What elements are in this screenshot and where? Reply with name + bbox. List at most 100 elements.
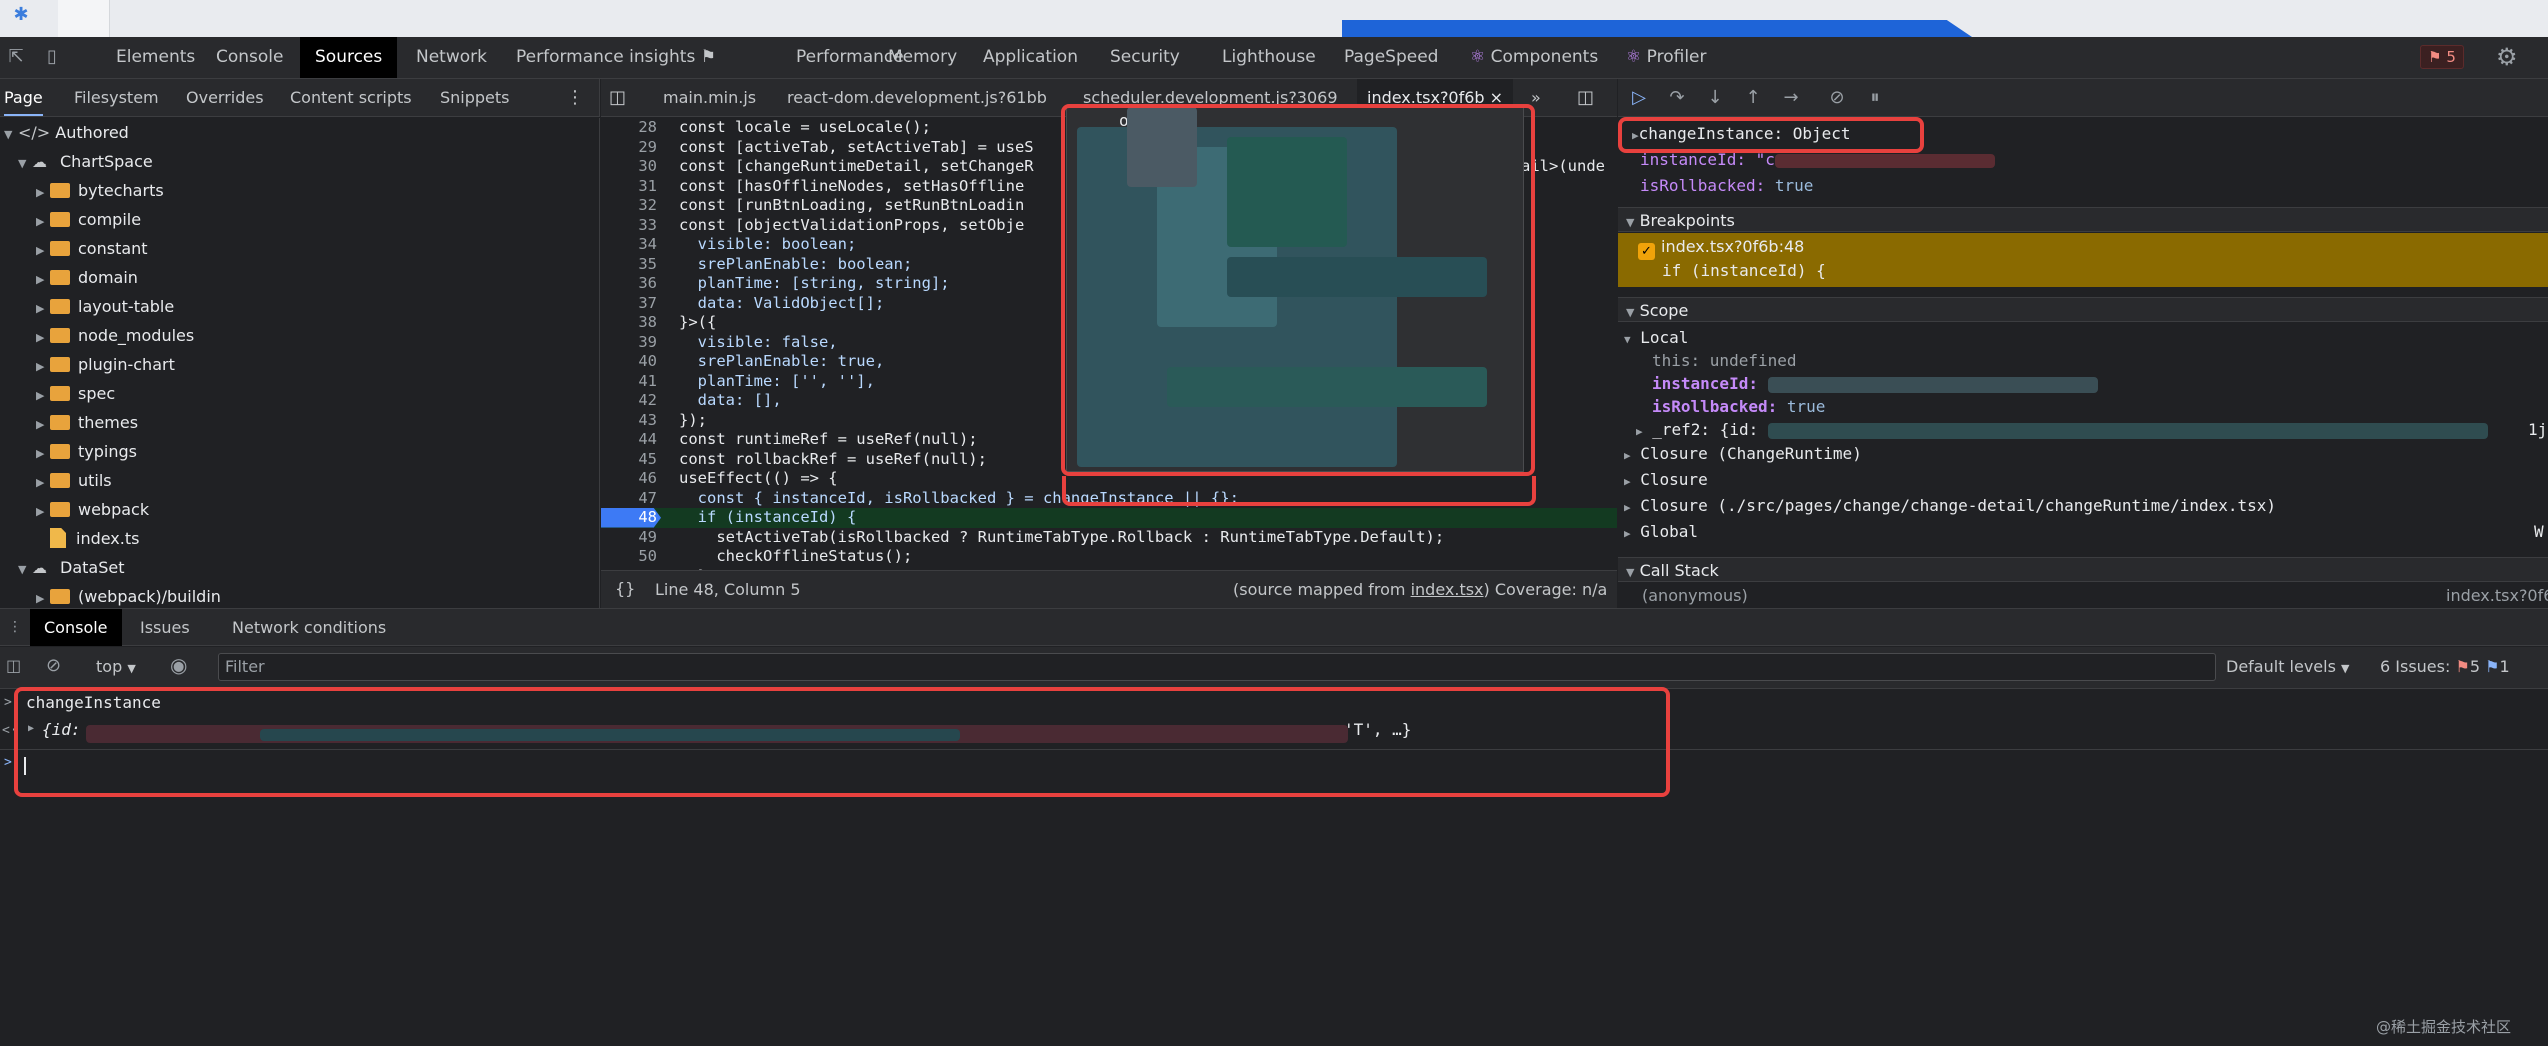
- tree-item[interactable]: ▼ ☁ DataSet: [18, 553, 124, 582]
- line-number[interactable]: 30: [601, 157, 663, 177]
- tab-pagespeed[interactable]: PageSpeed: [1336, 37, 1446, 78]
- line-number[interactable]: 33: [601, 216, 663, 236]
- line-gutter[interactable]: 28 29 30 31 32 33 34 35 36 37 38 39 40 4…: [601, 118, 663, 570]
- tab-profiler[interactable]: ⚛ Profiler: [1618, 37, 1715, 78]
- tree-item[interactable]: ▶ plugin-chart: [36, 350, 175, 379]
- nav-tab-filesystem[interactable]: Filesystem: [74, 79, 159, 116]
- tab-lighthouse[interactable]: Lighthouse: [1214, 37, 1324, 78]
- pause-on-exceptions-icon[interactable]: ⏸: [1862, 86, 1888, 110]
- breakpoint-item[interactable]: ✓ index.tsx?0f6b:48 if (instanceId) {: [1618, 233, 2548, 287]
- step-icon[interactable]: →: [1778, 86, 1804, 110]
- line-number[interactable]: 32: [601, 196, 663, 216]
- line-number[interactable]: 39: [601, 333, 663, 353]
- eye-icon[interactable]: ◉: [170, 653, 187, 677]
- line-number[interactable]: 44: [601, 430, 663, 450]
- tree-item[interactable]: ▼ ☁ ChartSpace: [18, 147, 153, 176]
- deactivate-breakpoints-icon[interactable]: ⊘: [1824, 86, 1850, 110]
- tab-console[interactable]: Console: [208, 37, 292, 78]
- tree-item[interactable]: ▶ compile: [36, 205, 141, 234]
- tab-elements[interactable]: Elements: [108, 37, 203, 78]
- resume-icon[interactable]: ▷: [1626, 86, 1652, 110]
- step-out-icon[interactable]: ↑: [1740, 86, 1766, 110]
- clear-console-icon[interactable]: ⊘: [46, 655, 61, 676]
- error-count-badge[interactable]: ⚑ 5: [2420, 45, 2464, 69]
- tab-network[interactable]: Network: [408, 37, 495, 78]
- console-filter-input[interactable]: Filter: [218, 653, 2216, 681]
- tree-item[interactable]: ▶ node_modules: [36, 321, 194, 350]
- line-number[interactable]: 40: [601, 352, 663, 372]
- tree-item[interactable]: ▼ </> Authored: [4, 118, 129, 147]
- line-number[interactable]: 46: [601, 469, 663, 489]
- toggle-navigator-icon[interactable]: ◫: [609, 79, 626, 116]
- nav-tab-content-scripts[interactable]: Content scripts: [290, 79, 412, 116]
- scope-ref2[interactable]: ▶ _ref2: {id: 1j: [1618, 417, 2548, 442]
- scope-closure[interactable]: ▶ Closure (ChangeRuntime): [1618, 441, 2548, 466]
- line-number[interactable]: 37: [601, 294, 663, 314]
- line-number[interactable]: 50: [601, 547, 663, 567]
- settings-gear-icon[interactable]: ⚙: [2496, 43, 2518, 71]
- drawer-tab-console[interactable]: Console: [30, 609, 122, 646]
- checkbox-icon[interactable]: ✓: [1638, 243, 1655, 260]
- step-into-icon[interactable]: ↓: [1702, 86, 1728, 110]
- nav-tab-overrides[interactable]: Overrides: [186, 79, 264, 116]
- line-number[interactable]: 28: [601, 118, 663, 138]
- line-number[interactable]: 35: [601, 255, 663, 275]
- tab-application[interactable]: Application: [975, 37, 1086, 78]
- callstack-frame[interactable]: (anonymous) index.tsx?0f6: [1618, 583, 2548, 608]
- line-number[interactable]: 31: [601, 177, 663, 197]
- line-number[interactable]: 29: [601, 138, 663, 158]
- scope-closure[interactable]: ▶ Closure: [1618, 467, 2548, 492]
- tree-item[interactable]: ▶ typings: [36, 437, 137, 466]
- tab-security[interactable]: Security: [1102, 37, 1188, 78]
- nav-tab-snippets[interactable]: Snippets: [440, 79, 510, 116]
- tree-item[interactable]: ▶ themes: [36, 408, 138, 437]
- tab-performance-insights[interactable]: Performance insights ⚑: [508, 37, 724, 78]
- issues-counter[interactable]: 6 Issues: ⚑5 ⚑1: [2380, 657, 2510, 676]
- line-number[interactable]: 48: [601, 508, 663, 528]
- nav-tab-page[interactable]: Page: [4, 79, 43, 116]
- line-number[interactable]: 34: [601, 235, 663, 255]
- more-menu-icon[interactable]: ⋮: [566, 79, 584, 116]
- tree-item[interactable]: ▶ constant: [36, 234, 148, 263]
- line-number[interactable]: 38: [601, 313, 663, 333]
- pretty-print-icon[interactable]: {}: [615, 579, 635, 598]
- line-number[interactable]: 47: [601, 489, 663, 509]
- scope-closure[interactable]: ▶ Closure (./src/pages/change/change-det…: [1618, 493, 2548, 518]
- sidebar-toggle-icon[interactable]: ◫: [6, 656, 21, 675]
- breakpoints-header[interactable]: ▼ Breakpoints: [1618, 207, 2548, 232]
- device-toggle-icon[interactable]: ▯: [40, 45, 64, 69]
- inspect-element-icon[interactable]: ⇱: [4, 45, 28, 69]
- line-number[interactable]: 41: [601, 372, 663, 392]
- tree-item[interactable]: ▶ layout-table: [36, 292, 174, 321]
- line-number[interactable]: 42: [601, 391, 663, 411]
- tab-memory[interactable]: Memory: [880, 37, 965, 78]
- browser-tab-placeholder[interactable]: [58, 0, 110, 37]
- editor-tab[interactable]: react-dom.development.js?61bb: [777, 79, 1057, 116]
- tree-item[interactable]: ▶ (webpack)/buildin: [36, 582, 221, 608]
- drawer-menu-icon[interactable]: ⋮: [8, 609, 22, 646]
- drawer-tab-network-conditions[interactable]: Network conditions: [222, 609, 396, 646]
- callstack-header[interactable]: ▼ Call Stack: [1618, 557, 2548, 582]
- line-number[interactable]: 43: [601, 411, 663, 431]
- tree-item[interactable]: ▶ bytecharts: [36, 176, 164, 205]
- scope-header[interactable]: ▼ Scope: [1618, 297, 2548, 322]
- step-over-icon[interactable]: ↷: [1664, 86, 1690, 110]
- line-number[interactable]: 36: [601, 274, 663, 294]
- log-levels-dropdown[interactable]: Default levels ▼: [2226, 657, 2350, 676]
- tree-item[interactable]: ▶ spec: [36, 379, 115, 408]
- line-number[interactable]: 49: [601, 528, 663, 548]
- tree-item[interactable]: ▶ webpack: [36, 495, 149, 524]
- toggle-debugger-icon[interactable]: ◫: [1577, 79, 1594, 116]
- tree-item[interactable]: ▶ utils: [36, 466, 112, 495]
- scope-global[interactable]: ▶ Global W: [1618, 519, 2548, 544]
- tab-sources[interactable]: Sources: [300, 37, 398, 78]
- source-map-link[interactable]: index.tsx: [1411, 580, 1484, 599]
- tab-components[interactable]: ⚛ Components: [1462, 37, 1606, 78]
- scope-local[interactable]: ▼ Local: [1618, 325, 2548, 350]
- editor-tab[interactable]: main.min.js: [653, 79, 766, 116]
- tree-item[interactable]: index.ts: [50, 524, 139, 553]
- tree-item[interactable]: ▶ domain: [36, 263, 138, 292]
- drawer-tab-issues[interactable]: Issues: [130, 609, 200, 646]
- context-selector[interactable]: top ▼: [96, 657, 136, 676]
- line-number[interactable]: 45: [601, 450, 663, 470]
